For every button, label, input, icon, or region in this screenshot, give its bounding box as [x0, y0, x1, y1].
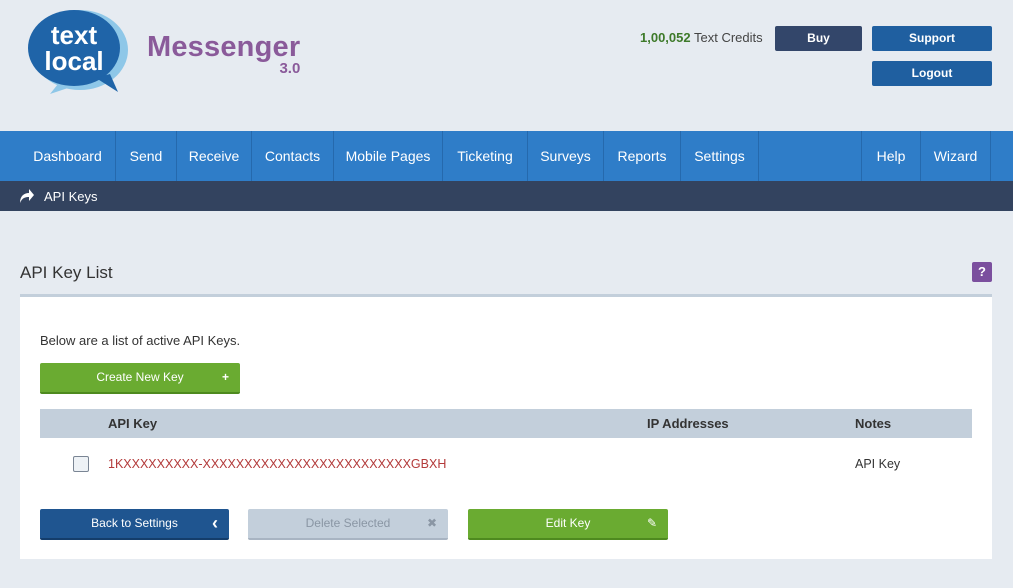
delete-selected-button[interactable]: Delete Selected ✖: [248, 509, 448, 540]
help-icon[interactable]: ?: [972, 262, 992, 282]
plus-icon: +: [221, 370, 229, 384]
column-header-ip-addresses: IP Addresses: [647, 416, 729, 431]
row-checkbox[interactable]: [73, 456, 89, 472]
intro-text: Below are a list of active API Keys.: [40, 333, 241, 348]
support-button[interactable]: Support: [872, 26, 992, 51]
textlocal-logo[interactable]: text local: [18, 6, 130, 94]
nav-reports[interactable]: Reports: [604, 131, 681, 181]
nav-dashboard[interactable]: Dashboard: [20, 131, 116, 181]
page-title: API Key List: [20, 263, 113, 282]
chevron-left-icon: ‹: [212, 513, 218, 533]
column-header-notes: Notes: [855, 416, 892, 431]
logo-text-line2: local: [44, 46, 103, 76]
brand-name: Messenger: [147, 31, 301, 63]
nav-wizard[interactable]: Wizard: [921, 131, 991, 181]
edit-key-label: Edit Key: [545, 516, 591, 530]
delete-selected-label: Delete Selected: [305, 516, 391, 530]
nav-receive[interactable]: Receive: [177, 131, 252, 181]
logout-button[interactable]: Logout: [872, 61, 992, 86]
text-credits: 1,00,052 Text Credits: [640, 30, 763, 45]
brand: Messenger 3.0: [147, 31, 301, 77]
nav-mobile-pages[interactable]: Mobile Pages: [334, 131, 443, 181]
create-new-key-label: Create New Key: [96, 370, 184, 384]
share-arrow-icon: [19, 188, 35, 204]
back-to-settings-label: Back to Settings: [91, 516, 178, 530]
nav-contacts[interactable]: Contacts: [252, 131, 334, 181]
nav-surveys[interactable]: Surveys: [528, 131, 604, 181]
nav-send[interactable]: Send: [116, 131, 177, 181]
column-header-api-key: API Key: [108, 416, 158, 431]
credits-value: 1,00,052: [640, 30, 691, 45]
table-row: 1KXXXXXXXXX-XXXXXXXXXXXXXXXXXXXXXXXXXGBX…: [40, 438, 972, 490]
table-header: API Key IP Addresses Notes: [40, 409, 972, 438]
nav-help[interactable]: Help: [861, 131, 921, 181]
breadcrumb: API Keys: [0, 181, 1013, 211]
edit-key-button[interactable]: Edit Key ✎: [468, 509, 668, 540]
brand-version: 3.0: [279, 60, 301, 77]
back-to-settings-button[interactable]: Back to Settings ‹: [40, 509, 229, 540]
credits-label: Text Credits: [694, 30, 763, 45]
nav-settings[interactable]: Settings: [681, 131, 759, 181]
notes-value: API Key: [855, 457, 901, 471]
api-key-value: 1KXXXXXXXXX-XXXXXXXXXXXXXXXXXXXXXXXXXGBX…: [108, 457, 447, 471]
close-icon: ✖: [426, 516, 437, 530]
buy-button[interactable]: Buy: [775, 26, 862, 51]
nav-ticketing[interactable]: Ticketing: [443, 131, 528, 181]
main-nav: Dashboard Send Receive Contacts Mobile P…: [0, 131, 1013, 181]
pencil-icon: ✎: [646, 516, 657, 530]
breadcrumb-label: API Keys: [44, 189, 98, 204]
create-new-key-button[interactable]: Create New Key +: [40, 363, 240, 394]
